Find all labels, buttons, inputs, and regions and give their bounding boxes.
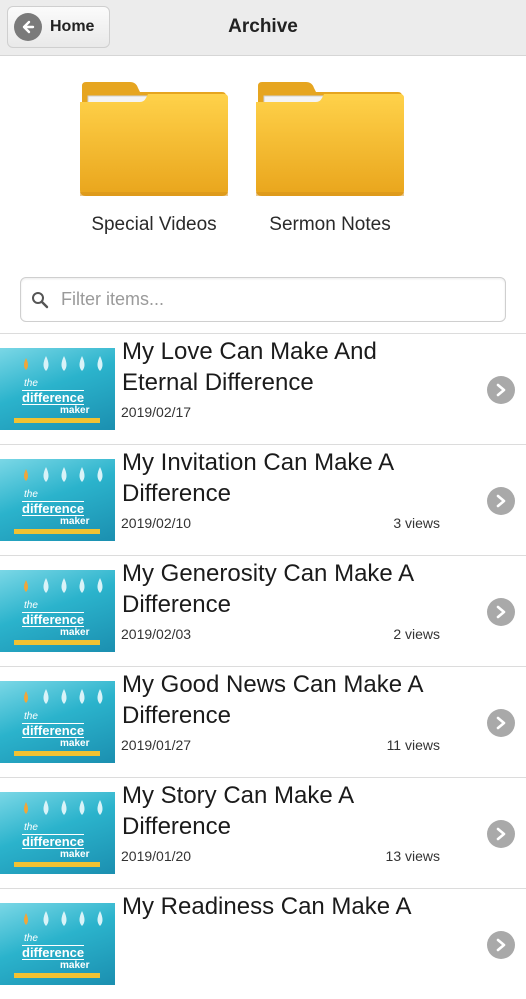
thumb-text-2: difference xyxy=(22,501,85,516)
thumb-banner xyxy=(14,529,100,534)
thumbnail: the difference maker xyxy=(0,792,115,874)
list-item[interactable]: the difference maker My Readiness Can Ma… xyxy=(0,888,526,999)
item-views: 2 views xyxy=(393,626,440,642)
droplets-graphic xyxy=(24,356,103,371)
droplets-graphic xyxy=(24,911,103,926)
item-views: 11 views xyxy=(386,737,440,753)
thumb-text-3: maker xyxy=(60,738,90,749)
thumb-text-3: maker xyxy=(60,627,90,638)
thumb-banner xyxy=(14,862,100,867)
item-date: 2019/02/03 xyxy=(121,626,192,642)
thumb-text-3: maker xyxy=(60,516,90,527)
thumb-banner xyxy=(14,973,100,978)
chevron-right-icon[interactable] xyxy=(487,598,515,626)
thumb-banner xyxy=(14,640,100,645)
droplets-graphic xyxy=(24,578,103,593)
thumb-text-1: the xyxy=(24,378,38,389)
item-views: 13 views xyxy=(385,848,440,864)
droplets-graphic xyxy=(24,689,103,704)
item-title: My Invitation Can Make A Difference xyxy=(122,449,393,507)
folder-special-videos[interactable]: Special Videos xyxy=(64,80,244,236)
thumbnail: the difference maker xyxy=(0,459,115,541)
thumbnail: the difference maker xyxy=(0,681,115,763)
chevron-right-icon[interactable] xyxy=(487,820,515,848)
thumb-text-1: the xyxy=(24,489,38,500)
item-title: My Readiness Can Make A xyxy=(122,893,412,920)
item-date: 2019/01/27 xyxy=(121,737,192,753)
list-item[interactable]: the difference maker My Story Can Make A… xyxy=(0,777,526,888)
search-icon xyxy=(31,291,49,309)
filter-box xyxy=(20,277,506,322)
folder-sermon-notes[interactable]: Sermon Notes xyxy=(240,80,420,236)
item-title: My Generosity Can Make A Difference xyxy=(122,560,413,618)
thumb-text-3: maker xyxy=(60,405,90,416)
page-title: Archive xyxy=(228,16,298,37)
chevron-right-icon[interactable] xyxy=(487,709,515,737)
item-title: My Good News Can Make A Difference xyxy=(122,671,423,729)
thumb-text-2: difference xyxy=(22,834,85,849)
item-title: My Story Can Make A Difference xyxy=(122,782,353,840)
thumb-text-3: maker xyxy=(60,960,90,971)
thumb-text-2: difference xyxy=(22,612,85,627)
thumb-text-2: difference xyxy=(22,723,85,738)
thumbnail: the difference maker xyxy=(0,348,115,430)
item-date: 2019/01/20 xyxy=(121,848,192,864)
list-item[interactable]: the difference maker My Generosity Can M… xyxy=(0,555,526,666)
chevron-right-icon[interactable] xyxy=(487,376,515,404)
thumb-text-1: the xyxy=(24,711,38,722)
thumb-text-3: maker xyxy=(60,849,90,860)
chevron-right-icon[interactable] xyxy=(487,931,515,959)
item-date: 2019/02/10 xyxy=(121,515,192,531)
droplets-graphic xyxy=(24,800,103,815)
list-item[interactable]: the difference maker My Good News Can Ma… xyxy=(0,666,526,777)
thumb-text-2: difference xyxy=(22,390,85,405)
folder-icon xyxy=(80,82,228,196)
thumbnail: the difference maker xyxy=(0,903,115,985)
thumb-text-1: the xyxy=(24,600,38,611)
filter-input[interactable] xyxy=(59,288,483,311)
thumb-banner xyxy=(14,418,100,423)
thumbnail: the difference maker xyxy=(0,570,115,652)
item-views: 3 views xyxy=(393,515,440,531)
thumb-text-1: the xyxy=(24,822,38,833)
sermon-list: the difference maker My Love Can Make An… xyxy=(0,333,526,999)
folder-icon xyxy=(256,82,404,196)
folder-label: Sermon Notes xyxy=(269,214,391,235)
item-date: 2019/02/17 xyxy=(121,404,192,420)
chevron-right-icon[interactable] xyxy=(487,487,515,515)
item-title: My Love Can Make And Eternal Difference xyxy=(122,338,377,396)
top-bar: Home Archive xyxy=(0,0,526,56)
folder-grid: Special Videos Sermon Notes xyxy=(0,80,526,250)
droplets-graphic xyxy=(24,467,103,482)
list-item[interactable]: the difference maker My Invitation Can M… xyxy=(0,444,526,555)
list-item[interactable]: the difference maker My Love Can Make An… xyxy=(0,333,526,444)
folder-label: Special Videos xyxy=(91,214,217,235)
thumb-text-2: difference xyxy=(22,945,85,960)
thumb-banner xyxy=(14,751,100,756)
thumb-text-1: the xyxy=(24,933,38,944)
